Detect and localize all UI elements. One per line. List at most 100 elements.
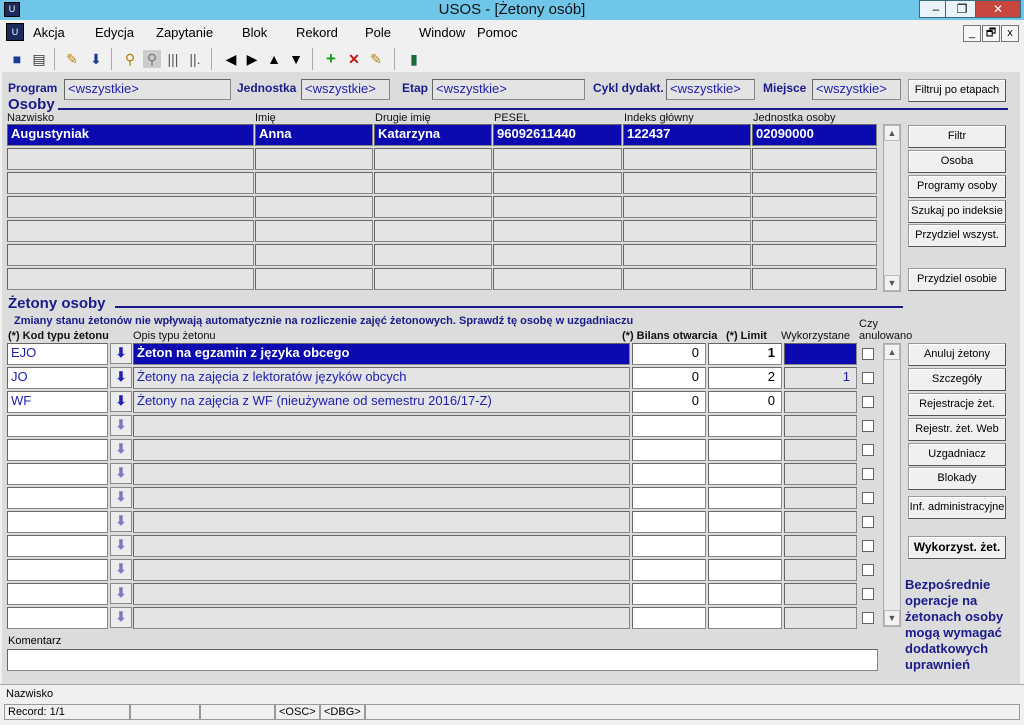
anuluj-zetony-button[interactable]: Anuluj żetony	[908, 343, 1006, 366]
rejestracje-zet-button[interactable]: Rejestracje żet.	[908, 393, 1006, 416]
osoby-cell-jednostka-osoby[interactable]: 02090000	[752, 124, 877, 146]
zeton-opis-field[interactable]: Żetony na zajęcia z WF (nieużywane od se…	[133, 391, 630, 413]
osoby-cell-pesel[interactable]	[493, 148, 622, 170]
osoby-cell-imie[interactable]	[255, 268, 373, 290]
anulowano-checkbox[interactable]	[862, 468, 874, 480]
osoby-cell-nazwisko[interactable]: Augustyniak	[7, 124, 254, 146]
blokady-button[interactable]: Blokady	[908, 467, 1006, 490]
zeton-limit-field[interactable]: 1	[708, 343, 782, 365]
osoby-cell-indeks[interactable]	[623, 148, 751, 170]
zeton-opis-field[interactable]	[133, 415, 630, 437]
anulowano-checkbox[interactable]	[862, 492, 874, 504]
zeton-limit-field[interactable]	[708, 487, 782, 509]
zeton-bilans-field[interactable]	[632, 487, 706, 509]
zeton-opis-field[interactable]	[133, 463, 630, 485]
anulowano-checkbox[interactable]	[862, 612, 874, 624]
count-icon[interactable]: |||	[164, 50, 182, 68]
osoby-scrollbar[interactable]: ▲ ▼	[883, 124, 901, 292]
zeton-opis-field[interactable]: Żeton na egzamin z języka obcego	[133, 343, 630, 365]
osoby-cell-imie[interactable]	[255, 148, 373, 170]
lov-download-icon[interactable]: ⬇	[110, 415, 132, 436]
osoby-cell-nazwisko[interactable]	[7, 244, 254, 266]
zeton-opis-field[interactable]	[133, 583, 630, 605]
zeton-limit-field[interactable]: 0	[708, 391, 782, 413]
query-execute-icon[interactable]: ⚲	[143, 50, 161, 68]
zeton-limit-field[interactable]	[708, 439, 782, 461]
anulowano-checkbox[interactable]	[862, 348, 874, 360]
program-field[interactable]: <wszystkie>	[64, 79, 231, 100]
menu-edycja[interactable]: Edycja	[95, 25, 134, 40]
osoby-cell-drugie-imie[interactable]	[374, 196, 492, 218]
count-all-icon[interactable]: ||.	[186, 50, 204, 68]
zeton-bilans-field[interactable]: 0	[632, 343, 706, 365]
previous-record-icon[interactable]: ▲	[265, 50, 283, 68]
zeton-kod-field[interactable]: EJO	[7, 343, 108, 365]
zeton-kod-field[interactable]	[7, 511, 108, 533]
mdi-minimize-button[interactable]: _	[963, 25, 981, 42]
mdi-app-icon[interactable]: U	[6, 23, 24, 41]
scroll-down-icon[interactable]: ▼	[884, 610, 900, 626]
exit-icon[interactable]: ▮	[405, 50, 423, 68]
clear-record-icon[interactable]: ✎	[367, 50, 385, 68]
osoby-cell-drugie-imie[interactable]: Katarzyna	[374, 124, 492, 146]
jednostka-field[interactable]: <wszystkie>	[301, 79, 390, 100]
miejsce-field[interactable]: <wszystkie>	[812, 79, 901, 100]
zeton-bilans-field[interactable]	[632, 511, 706, 533]
zeton-kod-field[interactable]	[7, 415, 108, 437]
zeton-kod-field[interactable]	[7, 535, 108, 557]
zeton-limit-field[interactable]	[708, 415, 782, 437]
szukaj-po-indeksie-button[interactable]: Szukaj po indeksie	[908, 200, 1006, 223]
zeton-limit-field[interactable]	[708, 463, 782, 485]
cykl-field[interactable]: <wszystkie>	[666, 79, 755, 100]
osoby-cell-imie[interactable]	[255, 196, 373, 218]
zeton-bilans-field[interactable]	[632, 607, 706, 629]
osoby-cell-drugie-imie[interactable]	[374, 148, 492, 170]
zeton-opis-field[interactable]	[133, 439, 630, 461]
zeton-limit-field[interactable]	[708, 535, 782, 557]
edit-icon[interactable]: ✎	[63, 50, 81, 68]
lov-download-icon[interactable]: ⬇	[110, 559, 132, 580]
zeton-opis-field[interactable]	[133, 535, 630, 557]
anulowano-checkbox[interactable]	[862, 372, 874, 384]
osoby-cell-imie[interactable]	[255, 220, 373, 242]
zeton-limit-field[interactable]	[708, 607, 782, 629]
lov-download-icon[interactable]: ⬇	[110, 463, 132, 484]
zeton-opis-field[interactable]: Żetony na zajęcia z lektoratów języków o…	[133, 367, 630, 389]
scroll-up-icon[interactable]: ▲	[884, 125, 900, 141]
anulowano-checkbox[interactable]	[862, 588, 874, 600]
zetony-scrollbar[interactable]: ▲ ▼	[883, 343, 901, 627]
osoba-button[interactable]: Osoba	[908, 150, 1006, 173]
anulowano-checkbox[interactable]	[862, 516, 874, 528]
anulowano-checkbox[interactable]	[862, 444, 874, 456]
zeton-limit-field[interactable]	[708, 583, 782, 605]
osoby-cell-pesel[interactable]: 96092611440	[493, 124, 622, 146]
filtr-button[interactable]: Filtr	[908, 125, 1006, 148]
delete-record-icon[interactable]: ✕	[345, 50, 363, 68]
osoby-cell-indeks[interactable]	[623, 268, 751, 290]
zeton-bilans-field[interactable]	[632, 415, 706, 437]
zeton-kod-field[interactable]: WF	[7, 391, 108, 413]
szczegoly-button[interactable]: Szczegóły	[908, 368, 1006, 391]
next-block-icon[interactable]: ▶	[243, 50, 261, 68]
lov-download-icon[interactable]: ⬇	[110, 367, 132, 388]
previous-block-icon[interactable]: ◀	[222, 50, 240, 68]
zeton-opis-field[interactable]	[133, 511, 630, 533]
osoby-cell-nazwisko[interactable]	[7, 268, 254, 290]
zeton-bilans-field[interactable]: 0	[632, 367, 706, 389]
zeton-limit-field[interactable]	[708, 559, 782, 581]
zeton-kod-field[interactable]	[7, 463, 108, 485]
filtruj-po-etapach-button[interactable]: Filtruj po etapach	[908, 79, 1006, 102]
menu-akcja[interactable]: Akcja	[33, 25, 65, 40]
lov-download-icon[interactable]: ⬇	[110, 511, 132, 532]
osoby-cell-drugie-imie[interactable]	[374, 220, 492, 242]
zeton-opis-field[interactable]	[133, 607, 630, 629]
lov-download-icon[interactable]: ⬇	[110, 391, 132, 412]
scroll-down-icon[interactable]: ▼	[884, 275, 900, 291]
menu-pole[interactable]: Pole	[365, 25, 391, 40]
anulowano-checkbox[interactable]	[862, 396, 874, 408]
menu-rekord[interactable]: Rekord	[296, 25, 338, 40]
maximize-button[interactable]: ❐	[945, 0, 979, 18]
osoby-cell-jednostka-osoby[interactable]	[752, 268, 877, 290]
osoby-cell-jednostka-osoby[interactable]	[752, 196, 877, 218]
etap-field[interactable]: <wszystkie>	[432, 79, 585, 100]
